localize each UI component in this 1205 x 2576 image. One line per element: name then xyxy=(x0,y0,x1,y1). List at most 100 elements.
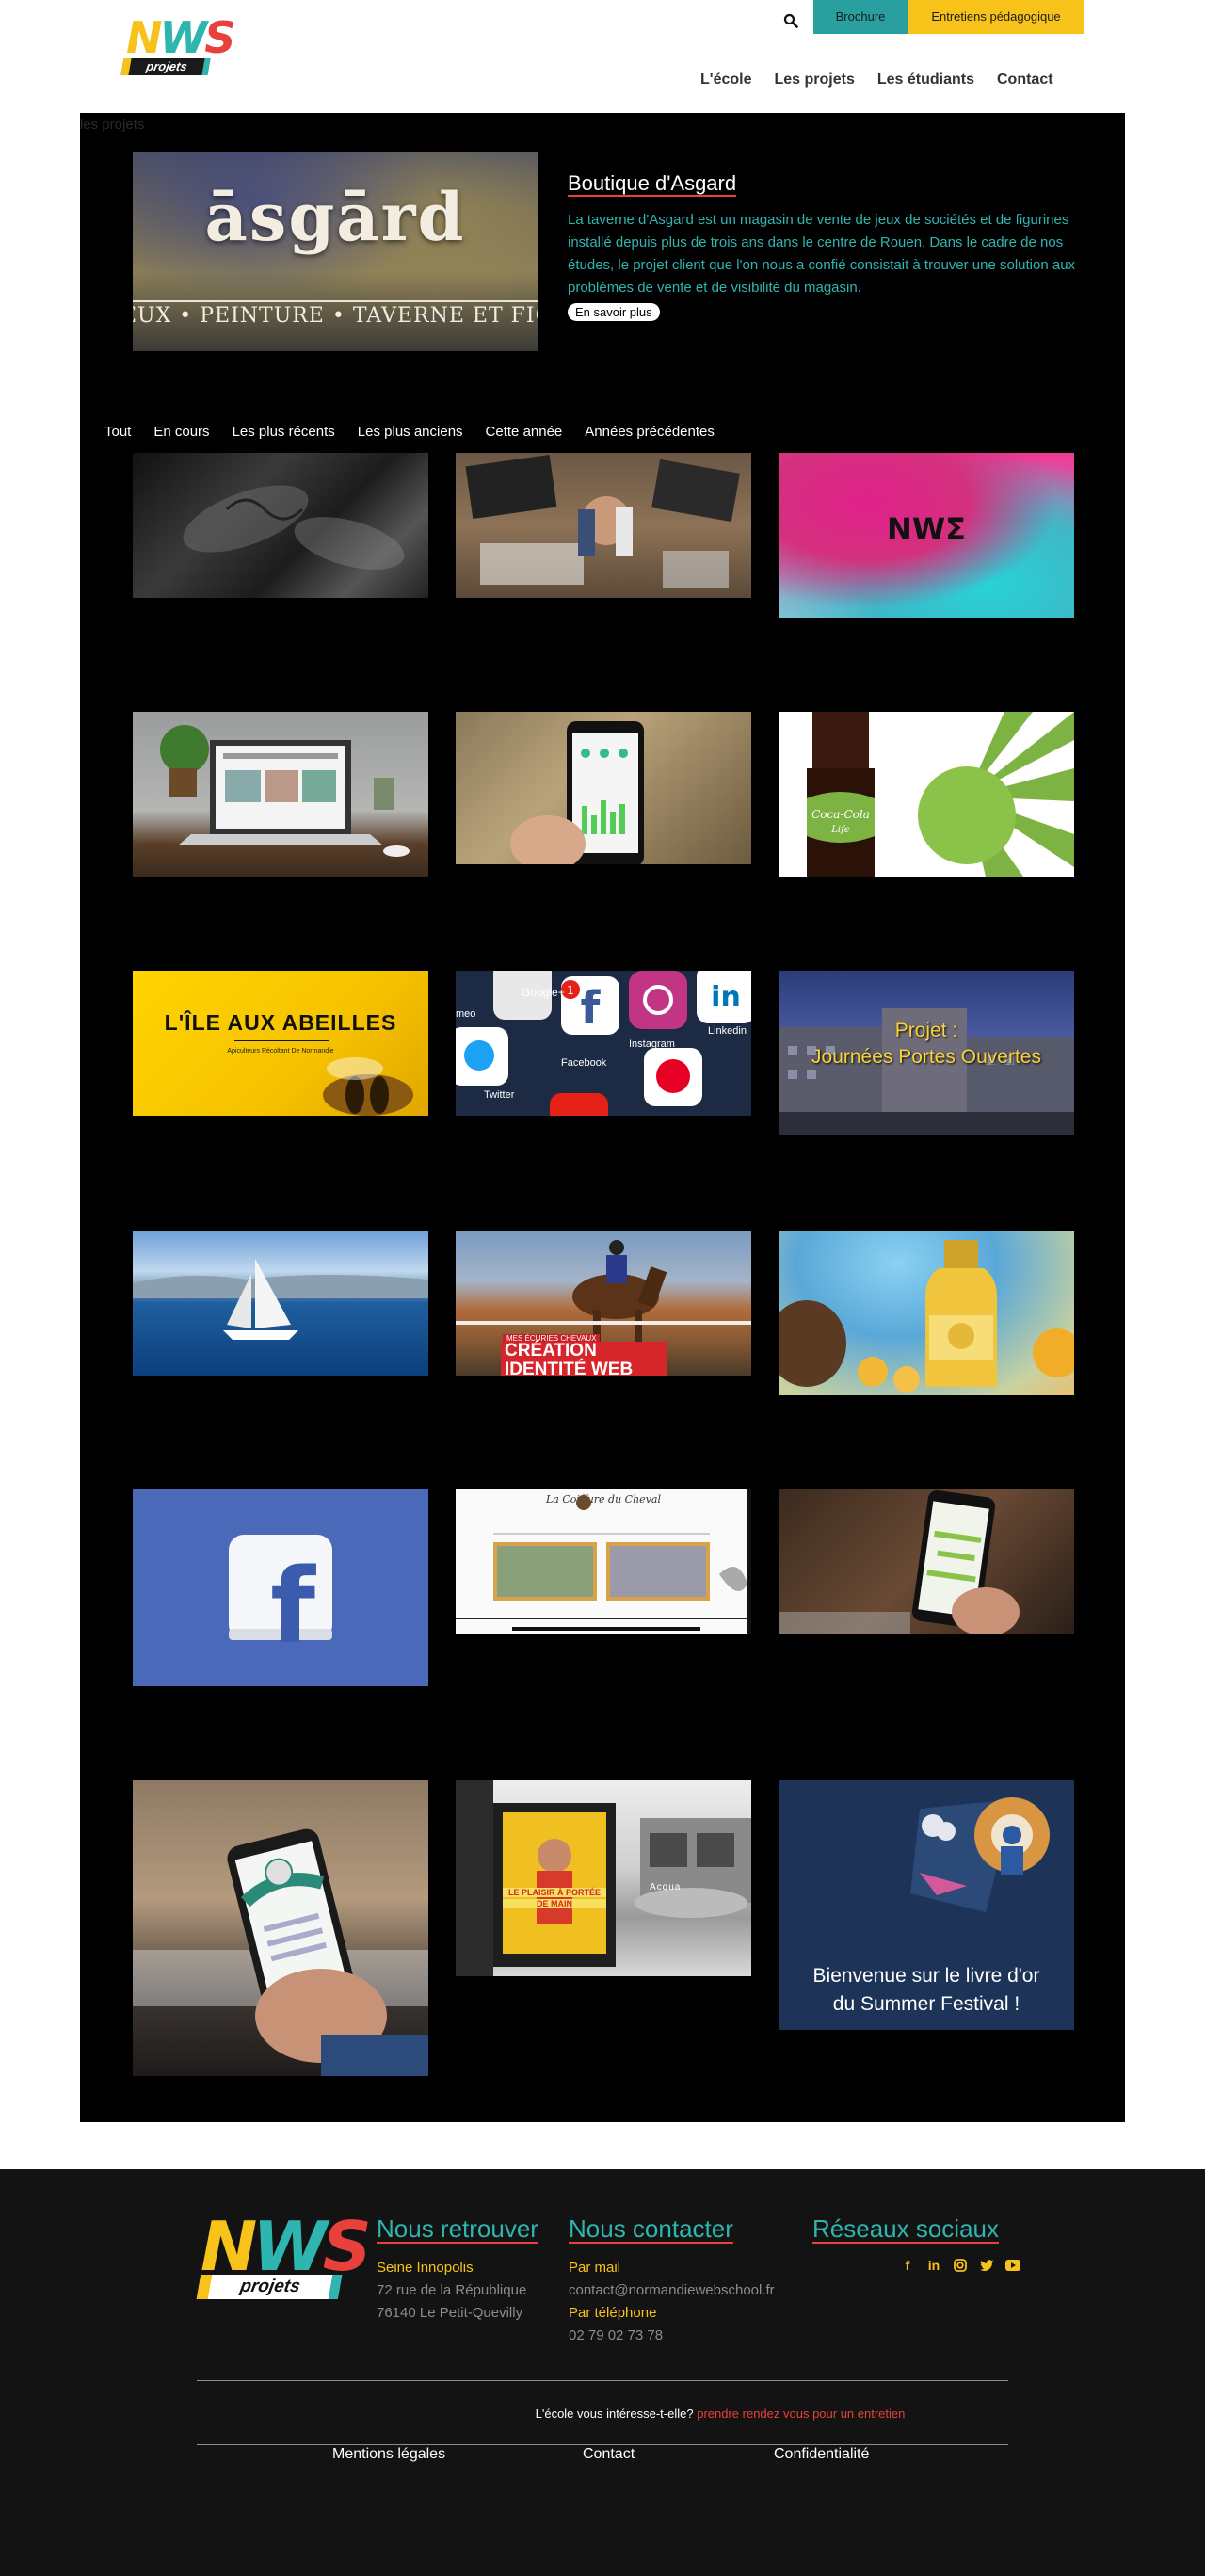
summer-line1: Bienvenue sur le livre d'or xyxy=(812,1965,1040,1987)
site-footer: NWS projets Nous retrouver Seine Innopol… xyxy=(0,2169,1205,2576)
project-filters: Tout En cours Les plus récents Les plus … xyxy=(104,424,715,440)
search-icon[interactable] xyxy=(778,8,804,34)
featured-description: La taverne d'Asgard est un magasin de ve… xyxy=(568,212,1076,296)
retrouver-title: Nous retrouver xyxy=(377,2214,538,2243)
featured-image-word: āsgārd xyxy=(204,178,466,256)
project-card-bus-stop[interactable]: LE PLAISIR À PORTÉE DE MAIN Acqua xyxy=(456,1780,751,1976)
nws-card-text: NWƩ xyxy=(887,511,966,547)
footer-cta: L'école vous intéresse-t-elle? prendre r… xyxy=(0,2407,1205,2421)
social-label-google: Google+ xyxy=(522,986,565,999)
phone-app-photo-icon xyxy=(510,721,644,864)
coca-bottle-icon xyxy=(807,712,1074,877)
coca-brand-text: Coca-Cola xyxy=(811,808,870,821)
project-card-phone-map[interactable] xyxy=(779,1489,1074,1634)
project-card-app-stats[interactable] xyxy=(456,712,751,864)
filter-cette-annee[interactable]: Cette année xyxy=(486,424,563,440)
instagram-icon[interactable] xyxy=(952,2257,969,2274)
linkedin-icon[interactable]: in xyxy=(925,2257,942,2274)
summer-line2: du Summer Festival ! xyxy=(832,1993,1020,2015)
phone-label: Par téléphone xyxy=(569,2305,657,2321)
cta-link[interactable]: prendre rendez vous pour un entretien xyxy=(697,2407,905,2421)
nav-projets[interactable]: Les projets xyxy=(775,72,855,89)
laptop-photo-icon xyxy=(160,725,410,857)
project-card-juice[interactable] xyxy=(779,1231,1074,1395)
featured-project-image[interactable]: āsgārd EUX • PEINTURE • TAVERNE ET FIGUR… xyxy=(133,152,538,351)
social-label-linkedin: Linkedin xyxy=(708,1025,747,1037)
logo-tag: projets xyxy=(120,58,211,75)
nws-logo[interactable]: NWS projets xyxy=(120,12,235,75)
nav-contact[interactable]: Contact xyxy=(997,72,1053,89)
social-label-facebook: Facebook xyxy=(561,1057,607,1069)
juice-bottle-icon xyxy=(779,1240,1074,1393)
youtube-icon[interactable] xyxy=(1004,2257,1021,2274)
project-card-tattoo[interactable] xyxy=(133,453,428,598)
en-savoir-plus-button[interactable]: En savoir plus xyxy=(568,303,660,321)
footer-contact: Nous contacter Par mail contact@normandi… xyxy=(569,2214,775,2347)
coca-sub-text: Life xyxy=(831,825,850,835)
horse-line1: CRÉATION xyxy=(501,1342,667,1360)
filter-en-cours[interactable]: En cours xyxy=(153,424,209,440)
featured-project-text: Boutique d'Asgard La taverne d'Asgard es… xyxy=(568,171,1076,321)
project-card-teamwork[interactable] xyxy=(456,453,751,598)
nav-ecole[interactable]: L'école xyxy=(700,72,752,89)
project-card-social[interactable]: f in 1 Google+ Facebook Instagram Linkedin… xyxy=(456,971,751,1116)
svg-text:in: in xyxy=(711,981,741,1014)
filter-plus-anciens[interactable]: Les plus anciens xyxy=(358,424,463,440)
social-label-instagram: Instagram xyxy=(629,1038,675,1050)
filter-tout[interactable]: Tout xyxy=(104,424,131,440)
svg-text:f: f xyxy=(270,1546,316,1666)
sailboat-icon xyxy=(133,1259,428,1340)
twitter-icon[interactable] xyxy=(978,2257,995,2274)
project-card-coca[interactable]: Coca-Cola Life xyxy=(779,712,1074,877)
project-card-laptop[interactable] xyxy=(133,712,428,877)
mail-value[interactable]: contact@normandiewebschool.fr xyxy=(569,2279,775,2302)
featured-image-subtitle: EUX • PEINTURE • TAVERNE ET FIGURINE xyxy=(133,300,538,328)
footer-divider-bottom xyxy=(197,2444,1008,2445)
social-label-meo: meo xyxy=(456,1008,476,1020)
project-card-nws[interactable]: NWƩ xyxy=(779,453,1074,618)
svg-text:1: 1 xyxy=(567,984,574,997)
page-label: les projets xyxy=(80,117,145,133)
social-links: f in xyxy=(899,2257,1021,2274)
contact-title: Nous contacter xyxy=(569,2214,733,2243)
project-card-phone-app[interactable] xyxy=(133,1780,428,2076)
horse-line2: IDENTITÉ WEB xyxy=(501,1360,667,1376)
phone-map-icon xyxy=(779,1489,1020,1634)
project-card-summer-festival[interactable]: Bienvenue sur le livre d'or du Summer Fe… xyxy=(779,1780,1074,2030)
footer-link-contact[interactable]: Contact xyxy=(583,2446,635,2463)
filter-plus-recents[interactable]: Les plus récents xyxy=(233,424,335,440)
brochure-button[interactable]: Brochure xyxy=(813,0,908,34)
social-label-twitter: Twitter xyxy=(484,1089,515,1101)
main-nav: L'école Les projets Les étudiants Contac… xyxy=(700,72,1053,89)
project-card-facebook[interactable]: f xyxy=(133,1489,428,1686)
project-card-sailboat[interactable] xyxy=(133,1231,428,1376)
cta-text: L'école vous intéresse-t-elle? xyxy=(535,2407,694,2421)
phone-value[interactable]: 02 79 02 73 78 xyxy=(569,2325,775,2347)
project-card-jpo[interactable]: Projet : Journées Portes Ouvertes xyxy=(779,971,1074,1135)
footer-link-confidentialite[interactable]: Confidentialité xyxy=(774,2446,869,2463)
phone-in-hand-icon xyxy=(133,1828,428,2076)
filter-annees-precedentes[interactable]: Années précédentes xyxy=(585,424,715,440)
poster-line1: LE PLAISIR À PORTÉE xyxy=(503,1888,606,1897)
poster-brand: Acqua xyxy=(650,1882,682,1892)
project-card-coiffure[interactable]: La Coiffure du Cheval xyxy=(456,1489,751,1634)
site-header: NWS projets Brochure Entretiens pédagogi… xyxy=(0,0,1205,113)
svg-text:f: f xyxy=(581,982,602,1035)
logo-letters: NWS xyxy=(126,12,235,63)
entretiens-button[interactable]: Entretiens pédagogique xyxy=(908,0,1084,34)
footer-socials: Réseaux sociaux f in xyxy=(812,2214,1021,2274)
project-card-horse[interactable]: MES ÉCURIES CHEVAUX CRÉATION IDENTITÉ WE… xyxy=(456,1231,751,1376)
footer-link-mentions[interactable]: Mentions légales xyxy=(332,2446,445,2463)
project-card-abeilles[interactable]: L'ÎLE AUX ABEILLES Apiculteurs Récoltant… xyxy=(133,971,428,1116)
bee-icon xyxy=(323,1057,413,1116)
featured-title[interactable]: Boutique d'Asgard xyxy=(568,171,1076,196)
facebook-icon[interactable]: f xyxy=(899,2257,916,2274)
tattoo-photo-icon xyxy=(183,485,405,570)
footer-logo[interactable]: NWS projets xyxy=(196,2211,372,2301)
retrouver-place: Seine Innopolis xyxy=(377,2260,474,2276)
projects-panel: les projets āsgārd EUX • PEINTURE • TAVE… xyxy=(80,113,1125,2122)
jpo-line1: Projet : xyxy=(894,1020,958,1041)
mail-label: Par mail xyxy=(569,2260,621,2276)
teamwork-photo-icon xyxy=(465,455,740,588)
nav-etudiants[interactable]: Les étudiants xyxy=(877,72,974,89)
